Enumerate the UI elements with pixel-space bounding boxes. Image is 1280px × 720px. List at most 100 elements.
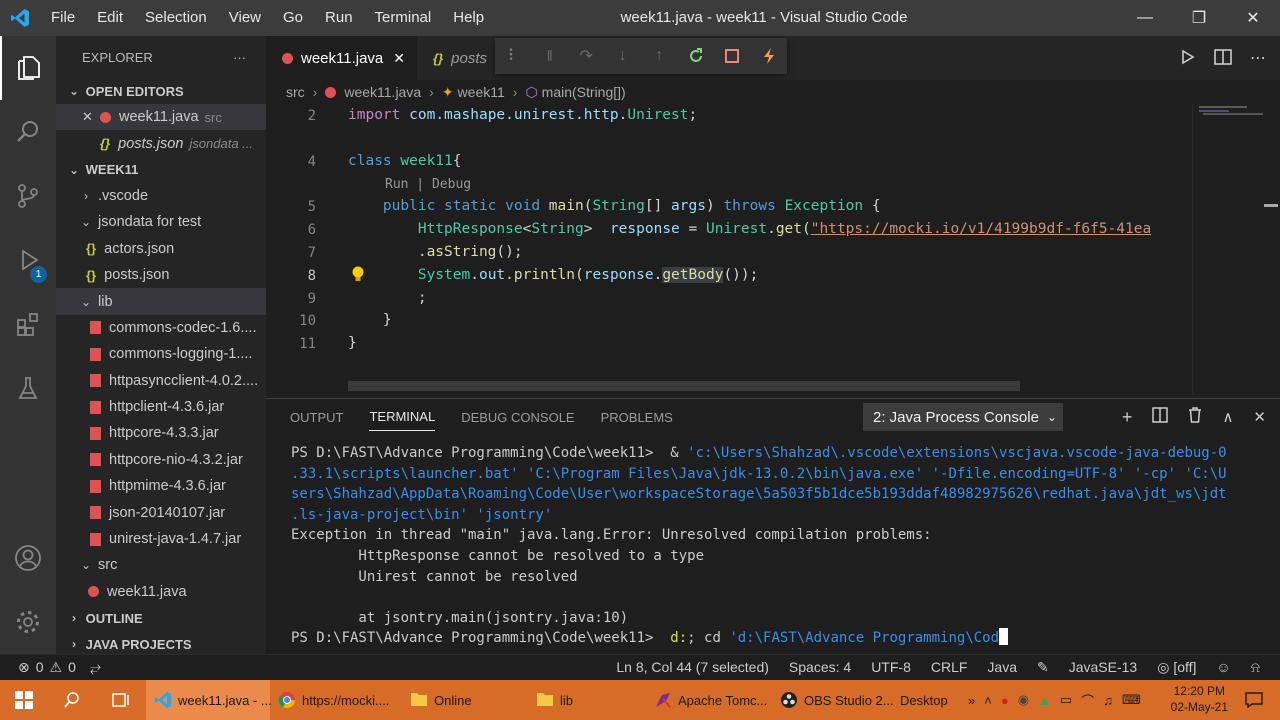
new-terminal-icon[interactable]: +	[1122, 407, 1133, 428]
step-over-icon[interactable]: ↷	[568, 46, 605, 66]
battery-icon[interactable]: ▭	[1060, 692, 1072, 708]
tree-item-jar[interactable]: httpcore-nio-4.3.2.jar	[56, 447, 266, 473]
run-icon[interactable]	[1180, 49, 1196, 68]
start-windows-icon[interactable]	[0, 680, 48, 720]
close-window-icon[interactable]: ✕	[1226, 0, 1280, 36]
horizontal-scrollbar[interactable]	[348, 381, 1020, 391]
stop-icon[interactable]	[714, 48, 751, 64]
tree-item-week11-java[interactable]: week11.java	[56, 579, 266, 605]
extensions-icon[interactable]	[0, 292, 56, 356]
breadcrumb-class[interactable]: week11	[458, 84, 505, 100]
terminal-select[interactable]: 2: Java Process Console ⌄	[863, 403, 1063, 431]
codelens-run-debug[interactable]: Run | Debug	[385, 177, 471, 192]
keyboard-icon[interactable]: ⌨	[1122, 692, 1141, 708]
explorer-icon[interactable]	[0, 36, 56, 100]
tree-item-jar[interactable]: unirest-java-1.4.7.jar	[56, 526, 266, 552]
app-tray-icon[interactable]: ●	[1001, 693, 1009, 708]
taskbar-chrome[interactable]: https://mocki....	[270, 680, 398, 720]
maximize-panel-icon[interactable]: ∧	[1222, 408, 1233, 426]
menu-run[interactable]: Run	[314, 0, 364, 36]
notifications-bell-icon[interactable]: ⍾	[1251, 659, 1260, 676]
open-editor-posts-json[interactable]: {} posts.json jsondata ...	[56, 130, 266, 156]
tab-problems[interactable]: PROBLEMS	[601, 410, 673, 425]
account-icon[interactable]	[0, 526, 56, 590]
encoding[interactable]: UTF-8	[871, 659, 911, 675]
indentation[interactable]: Spaces: 4	[789, 659, 851, 675]
code-editor[interactable]: 2 4 5 6 7 8 9 10 11 import com.mashape.u…	[266, 104, 1192, 394]
tree-item-posts-json[interactable]: {} posts.json	[56, 262, 266, 288]
tree-item-jar[interactable]: httpmime-4.3.6.jar	[56, 473, 266, 499]
live-share-icon[interactable]: ⥂	[90, 659, 101, 676]
tree-item-jsondata[interactable]: ⌄ jsondata for test	[56, 209, 266, 235]
testing-flask-icon[interactable]	[0, 356, 56, 420]
run-debug-icon[interactable]: 1	[0, 228, 56, 292]
open-editors-section[interactable]: ⌄ OPEN EDITORS	[56, 78, 266, 104]
show-hidden-icons[interactable]: ˄	[984, 693, 992, 708]
menu-selection[interactable]: Selection	[134, 0, 218, 36]
menu-go[interactable]: Go	[272, 0, 314, 36]
search-icon[interactable]	[0, 100, 56, 164]
more-actions-icon[interactable]: ···	[233, 50, 246, 65]
tree-item-jar[interactable]: json-20140107.jar	[56, 499, 266, 525]
tree-item-jar[interactable]: commons-codec-1.6....	[56, 315, 266, 341]
task-view-icon[interactable]	[96, 680, 146, 720]
settings-gear-icon[interactable]	[0, 590, 56, 654]
minimize-icon[interactable]: —	[1118, 0, 1172, 36]
tree-item-jar[interactable]: commons-logging-1....	[56, 341, 266, 367]
tree-item-src[interactable]: ⌄ src	[56, 552, 266, 578]
volume-icon[interactable]: ♫	[1103, 693, 1113, 708]
notification-center-icon[interactable]	[1236, 680, 1272, 720]
kill-terminal-icon[interactable]	[1188, 406, 1202, 428]
step-into-icon[interactable]: ↓	[605, 47, 642, 65]
tree-item-jar[interactable]: httpasyncclient-4.0.2....	[56, 368, 266, 394]
tab-posts-json[interactable]: {} posts	[417, 36, 499, 80]
chrome-tray-icon[interactable]: ◉	[1018, 692, 1029, 708]
menu-file[interactable]: File	[40, 0, 86, 36]
go-live[interactable]: ◎ [off]	[1157, 659, 1196, 676]
restart-icon[interactable]	[678, 47, 715, 65]
close-tab-icon[interactable]: ✕	[393, 50, 405, 67]
taskbar-vscode[interactable]: week11.java - ...	[146, 680, 272, 720]
taskbar-obs[interactable]: OBS Studio 2...	[774, 680, 898, 720]
tree-item-jar[interactable]: httpclient-4.3.6.jar	[56, 394, 266, 420]
more-actions-icon[interactable]: ⋯	[1250, 48, 1266, 68]
tree-item-jar[interactable]: httpcore-4.3.3.jar	[56, 420, 266, 446]
terminal-output[interactable]: PS D:\FAST\Advance Programming\Code\week…	[291, 443, 1266, 649]
split-terminal-icon[interactable]	[1152, 406, 1169, 428]
taskbar-desktop[interactable]: Desktop	[898, 680, 958, 720]
overflow-chevron-icon[interactable]: »	[968, 693, 975, 708]
tree-item-lib[interactable]: ⌄ lib	[56, 288, 266, 315]
outline-section[interactable]: › OUTLINE	[56, 605, 266, 631]
tab-terminal[interactable]: TERMINAL	[369, 409, 436, 431]
taskbar-tomcat[interactable]: Apache Tomc...	[648, 680, 774, 720]
week11-section[interactable]: ⌄ WEEK11	[56, 157, 266, 183]
search-taskbar-icon[interactable]	[48, 680, 96, 720]
menu-edit[interactable]: Edit	[86, 0, 134, 36]
source-control-icon[interactable]	[0, 164, 56, 228]
close-panel-icon[interactable]: ✕	[1253, 408, 1266, 426]
breadcrumb-method[interactable]: main(String[])	[542, 84, 626, 100]
menu-view[interactable]: View	[218, 0, 272, 36]
open-editor-week11-java[interactable]: ✕ week11.java src	[56, 104, 266, 131]
tab-output[interactable]: OUTPUT	[290, 410, 343, 425]
url-link[interactable]: "https://mocki.io/v1/4199b9df-f6f5-41ea	[811, 221, 1151, 237]
taskbar-lib-folder[interactable]: lib	[524, 680, 648, 720]
taskbar-online-folder[interactable]: Online	[398, 680, 524, 720]
restore-icon[interactable]: ❐	[1172, 0, 1226, 36]
java-projects-section[interactable]: › JAVA PROJECTS	[56, 631, 266, 654]
menu-help[interactable]: Help	[442, 0, 495, 36]
problems-status[interactable]: ⊗ 0 ⚠ 0	[18, 659, 76, 676]
feedback-icon[interactable]: ☺	[1216, 659, 1230, 675]
breadcrumb-file[interactable]: week11.java	[344, 84, 421, 100]
hot-code-replace-icon[interactable]	[751, 47, 788, 65]
pause-icon[interactable]: ‖	[532, 48, 569, 65]
tree-item-vscode[interactable]: › .vscode	[56, 183, 266, 209]
jdk-version[interactable]: JavaSE-13	[1069, 659, 1137, 675]
breadcrumb-src[interactable]: src	[286, 84, 305, 100]
java-status-icon[interactable]: ✎	[1037, 659, 1049, 676]
wifi-icon[interactable]: ⌒	[1081, 691, 1094, 710]
split-editor-icon[interactable]	[1214, 48, 1232, 68]
drag-handle-icon[interactable]: ⠇	[495, 46, 532, 66]
step-out-icon[interactable]: ↑	[641, 47, 678, 65]
drive-tray-icon[interactable]: ▲	[1038, 693, 1051, 708]
